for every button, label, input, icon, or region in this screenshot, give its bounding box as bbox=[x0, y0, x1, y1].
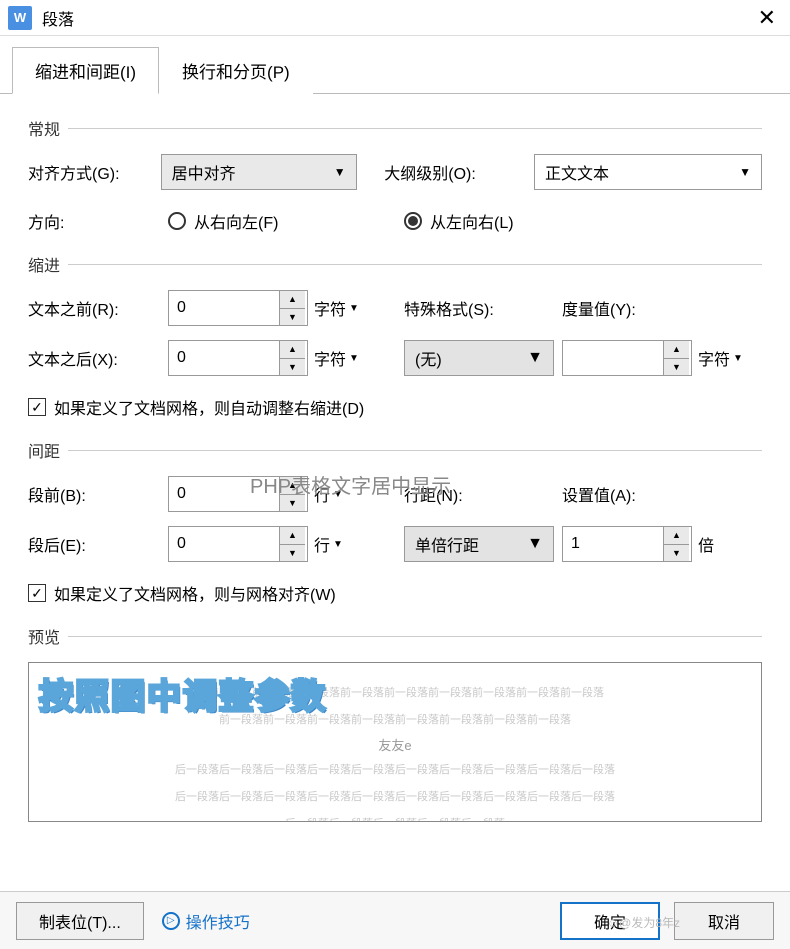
special-format-label: 特殊格式(S): bbox=[404, 296, 562, 320]
preview-sample: 友友e bbox=[53, 735, 737, 754]
section-preview: 预览 bbox=[28, 624, 762, 648]
section-spacing: 间距 bbox=[28, 438, 762, 462]
indent-before-spinbox[interactable]: ▲▼ bbox=[168, 290, 308, 326]
play-icon: ▷ bbox=[162, 912, 180, 930]
spin-down-icon[interactable]: ▼ bbox=[280, 359, 305, 376]
spin-down-icon[interactable]: ▼ bbox=[664, 545, 689, 562]
outline-value: 正文文本 bbox=[545, 160, 609, 184]
tabstops-button[interactable]: 制表位(T)... bbox=[16, 902, 144, 940]
tabs: 缩进和间距(I) 换行和分页(P) bbox=[0, 36, 790, 94]
alignment-label: 对齐方式(G): bbox=[28, 160, 161, 184]
content: 常规 对齐方式(G): 居中对齐 ▼ 大纲级别(O): 正文文本 ▼ 方向: 从… bbox=[0, 94, 790, 844]
spin-up-icon[interactable]: ▲ bbox=[280, 527, 305, 545]
space-before-spinbox[interactable]: ▲▼ bbox=[168, 476, 308, 512]
footer: 制表位(T)... ▷ 操作技巧 确定 取消 ☺@发为8年z bbox=[0, 891, 790, 949]
measure-label: 度量值(Y): bbox=[562, 296, 762, 320]
radio-icon bbox=[404, 212, 422, 230]
space-after-input[interactable] bbox=[169, 527, 279, 561]
space-after-unit[interactable]: 行▼ bbox=[314, 532, 343, 556]
radio-icon bbox=[168, 212, 186, 230]
measure-unit[interactable]: 字符▼ bbox=[698, 346, 743, 370]
direction-ltr-label: 从左向右(L) bbox=[430, 209, 514, 233]
divider bbox=[68, 636, 762, 637]
section-indent: 缩进 bbox=[28, 252, 762, 276]
snap-to-grid-checkbox[interactable]: 如果定义了文档网格，则与网格对齐(W) bbox=[28, 581, 336, 605]
tips-label: 操作技巧 bbox=[186, 909, 250, 933]
caret-down-icon: ▼ bbox=[334, 165, 346, 179]
special-format-select[interactable]: (无) ▼ bbox=[404, 340, 554, 376]
outline-label: 大纲级别(O): bbox=[384, 160, 534, 184]
annotation-overlay: 按照图中调整参数 bbox=[39, 669, 327, 718]
tips-link[interactable]: ▷ 操作技巧 bbox=[162, 909, 250, 933]
spin-up-icon[interactable]: ▲ bbox=[280, 477, 305, 495]
section-spacing-label: 间距 bbox=[28, 438, 60, 462]
linespacing-label: 行距(N): bbox=[404, 482, 562, 506]
indent-before-input[interactable] bbox=[169, 291, 279, 325]
direction-label: 方向: bbox=[28, 209, 168, 233]
linespacing-select[interactable]: 单倍行距 ▼ bbox=[404, 526, 554, 562]
divider bbox=[68, 128, 762, 129]
indent-after-input[interactable] bbox=[169, 341, 279, 375]
space-before-label: 段前(B): bbox=[28, 482, 168, 506]
section-preview-label: 预览 bbox=[28, 624, 60, 648]
spin-up-icon[interactable]: ▲ bbox=[280, 291, 305, 309]
measure-input[interactable] bbox=[563, 341, 663, 375]
special-format-value: (无) bbox=[415, 346, 442, 370]
space-before-input[interactable] bbox=[169, 477, 279, 511]
space-after-spinbox[interactable]: ▲▼ bbox=[168, 526, 308, 562]
checkbox-icon bbox=[28, 584, 46, 602]
indent-after-unit[interactable]: 字符▼ bbox=[314, 346, 359, 370]
caret-down-icon: ▼ bbox=[739, 165, 751, 179]
space-after-label: 段后(E): bbox=[28, 532, 168, 556]
linespacing-value: 单倍行距 bbox=[415, 532, 479, 556]
spin-down-icon[interactable]: ▼ bbox=[280, 309, 305, 326]
credit-text: ☺@发为8年z bbox=[607, 914, 680, 931]
spin-up-icon[interactable]: ▲ bbox=[664, 527, 689, 545]
caret-down-icon: ▼ bbox=[527, 535, 543, 553]
indent-after-spinbox[interactable]: ▲▼ bbox=[168, 340, 308, 376]
preview-line: 后一段落后一段落后一段落后一段落后一段落 bbox=[53, 814, 737, 822]
alignment-value: 居中对齐 bbox=[172, 160, 236, 184]
snap-to-grid-label: 如果定义了文档网格，则与网格对齐(W) bbox=[54, 581, 336, 605]
app-icon: W bbox=[8, 6, 32, 30]
measure-spinbox[interactable]: ▲▼ bbox=[562, 340, 692, 376]
cancel-button[interactable]: 取消 bbox=[674, 902, 774, 940]
indent-before-label: 文本之前(R): bbox=[28, 296, 168, 320]
checkbox-icon bbox=[28, 398, 46, 416]
tab-indent-spacing[interactable]: 缩进和间距(I) bbox=[12, 47, 159, 94]
preview-box: 按照图中调整参数 段落前一段落前一段落前一段落前一段落前一段落前一段落前一段落前… bbox=[28, 662, 762, 822]
spin-up-icon[interactable]: ▲ bbox=[664, 341, 689, 359]
direction-rtl-radio[interactable]: 从右向左(F) bbox=[168, 209, 278, 233]
section-general-label: 常规 bbox=[28, 116, 60, 140]
spin-down-icon[interactable]: ▼ bbox=[664, 359, 689, 376]
auto-adjust-indent-checkbox[interactable]: 如果定义了文档网格，则自动调整右缩进(D) bbox=[28, 395, 364, 419]
spin-up-icon[interactable]: ▲ bbox=[280, 341, 305, 359]
setvalue-input[interactable] bbox=[563, 527, 663, 561]
outline-select[interactable]: 正文文本 ▼ bbox=[534, 154, 762, 190]
divider bbox=[68, 264, 762, 265]
close-icon[interactable]: ✕ bbox=[752, 5, 782, 31]
setvalue-spinbox[interactable]: ▲▼ bbox=[562, 526, 692, 562]
section-general: 常规 bbox=[28, 116, 762, 140]
direction-ltr-radio[interactable]: 从左向右(L) bbox=[404, 209, 514, 233]
setvalue-unit: 倍 bbox=[698, 532, 714, 556]
caret-down-icon: ▼ bbox=[527, 349, 543, 367]
window-title: 段落 bbox=[42, 6, 752, 30]
indent-before-unit[interactable]: 字符▼ bbox=[314, 296, 359, 320]
titlebar: W 段落 ✕ bbox=[0, 0, 790, 36]
setvalue-label: 设置值(A): bbox=[562, 482, 762, 506]
spin-down-icon[interactable]: ▼ bbox=[280, 495, 305, 512]
direction-rtl-label: 从右向左(F) bbox=[194, 209, 278, 233]
preview-line: 后一段落后一段落后一段落后一段落后一段落后一段落后一段落后一段落后一段落后一段落 bbox=[53, 787, 737, 808]
section-indent-label: 缩进 bbox=[28, 252, 60, 276]
tab-line-page[interactable]: 换行和分页(P) bbox=[159, 47, 313, 94]
spin-down-icon[interactable]: ▼ bbox=[280, 545, 305, 562]
preview-line: 后一段落后一段落后一段落后一段落后一段落后一段落后一段落后一段落后一段落后一段落 bbox=[53, 760, 737, 781]
indent-after-label: 文本之后(X): bbox=[28, 346, 168, 370]
auto-adjust-indent-label: 如果定义了文档网格，则自动调整右缩进(D) bbox=[54, 395, 364, 419]
alignment-select[interactable]: 居中对齐 ▼ bbox=[161, 154, 357, 190]
divider bbox=[68, 450, 762, 451]
space-before-unit[interactable]: 行▼ bbox=[314, 482, 343, 506]
